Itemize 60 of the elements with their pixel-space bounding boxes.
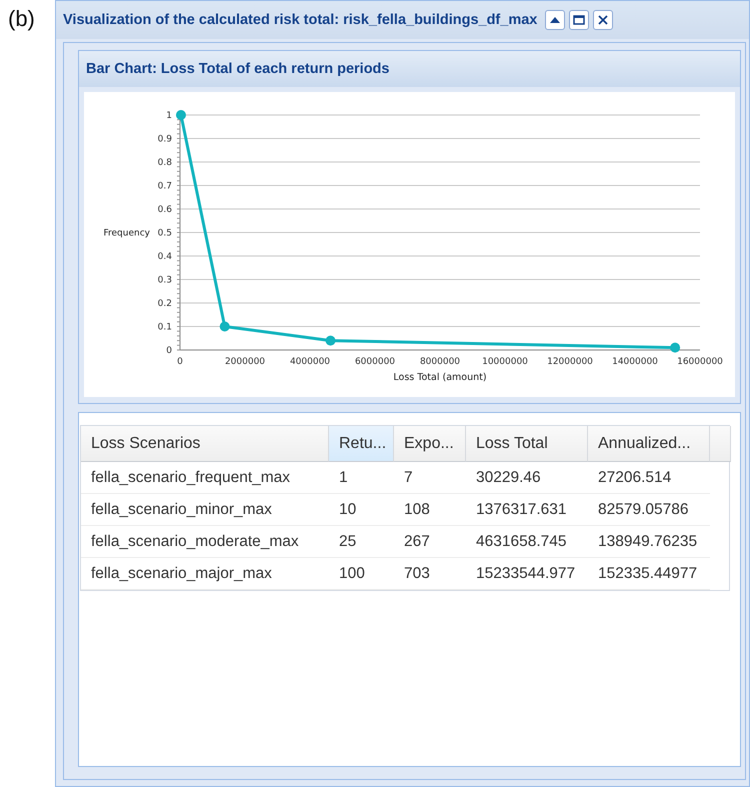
column-header[interactable]: Retu...	[329, 426, 394, 462]
x-tick-label: 14000000	[612, 357, 658, 367]
table-cell: 4631658.745	[466, 526, 588, 558]
table-cell: fella_scenario_moderate_max	[81, 526, 329, 558]
table-cell: 703	[394, 558, 466, 590]
table-cell: 138949.76235	[588, 526, 710, 558]
y-tick-label: 0.8	[158, 158, 172, 168]
data-point	[326, 336, 336, 346]
column-header[interactable]: Annualized...	[588, 426, 710, 462]
y-tick-label: 1	[166, 111, 172, 121]
x-tick-label: 2000000	[224, 357, 266, 367]
x-tick-label: 10000000	[482, 357, 528, 367]
data-point	[220, 322, 230, 332]
panel-title: Bar Chart: Loss Total of each return periods	[86, 61, 390, 77]
table-cell: 1	[329, 462, 394, 494]
y-tick-label: 0.4	[158, 252, 172, 262]
maximize-button[interactable]	[569, 10, 590, 30]
x-tick-label: 12000000	[547, 357, 593, 367]
table-cell: 27206.514	[588, 462, 710, 494]
column-header[interactable]: Loss Scenarios	[81, 426, 329, 462]
y-axis-title: Frequency	[104, 228, 150, 238]
x-tick-label: 16000000	[677, 357, 723, 367]
x-axis-title: Loss Total (amount)	[393, 372, 487, 383]
table-cell: 10	[329, 494, 394, 526]
y-tick-label: 0.5	[158, 228, 172, 238]
y-tick-label: 0.6	[158, 205, 172, 215]
maximize-icon	[573, 15, 586, 25]
table-cell: 1376317.631	[466, 494, 588, 526]
table-cell: fella_scenario_major_max	[81, 558, 329, 590]
table-cell: 7	[394, 462, 466, 494]
table-cell: 267	[394, 526, 466, 558]
column-header[interactable]: Loss Total	[466, 426, 588, 462]
y-tick-label: 0.7	[158, 182, 172, 192]
collapse-button[interactable]	[545, 10, 566, 30]
window-title: Visualization of the calculated risk total: risk_fella_buildings_df_max	[63, 12, 538, 28]
y-tick-label: 0	[166, 346, 172, 356]
data-point	[176, 110, 186, 120]
table-cell: 108	[394, 494, 466, 526]
column-header[interactable]: Expo...	[394, 426, 466, 462]
x-tick-label: 8000000	[420, 357, 460, 367]
table-cell: 25	[329, 526, 394, 558]
y-tick-label: 0.2	[158, 299, 172, 309]
up-arrow-icon	[550, 17, 560, 23]
table-cell: 100	[329, 558, 394, 590]
table-cell: 82579.05786	[588, 494, 710, 526]
x-tick-label: 0	[177, 357, 183, 367]
table-cell: 30229.46	[466, 462, 588, 494]
close-button[interactable]	[593, 10, 614, 30]
x-tick-label: 4000000	[290, 357, 330, 367]
table-cell: 15233544.977	[466, 558, 588, 590]
x-tick-label: 6000000	[354, 357, 396, 367]
y-tick-label: 0.9	[158, 134, 172, 144]
y-tick-label: 0.3	[158, 276, 172, 286]
data-point	[670, 342, 680, 353]
table-cell: 152335.44977	[588, 558, 710, 590]
close-icon	[598, 15, 608, 25]
table-cell: fella_scenario_frequent_max	[81, 462, 329, 494]
table-cell: fella_scenario_minor_max	[81, 494, 329, 526]
figure-label: (b)	[8, 6, 35, 31]
y-tick-label: 0.1	[158, 322, 172, 332]
